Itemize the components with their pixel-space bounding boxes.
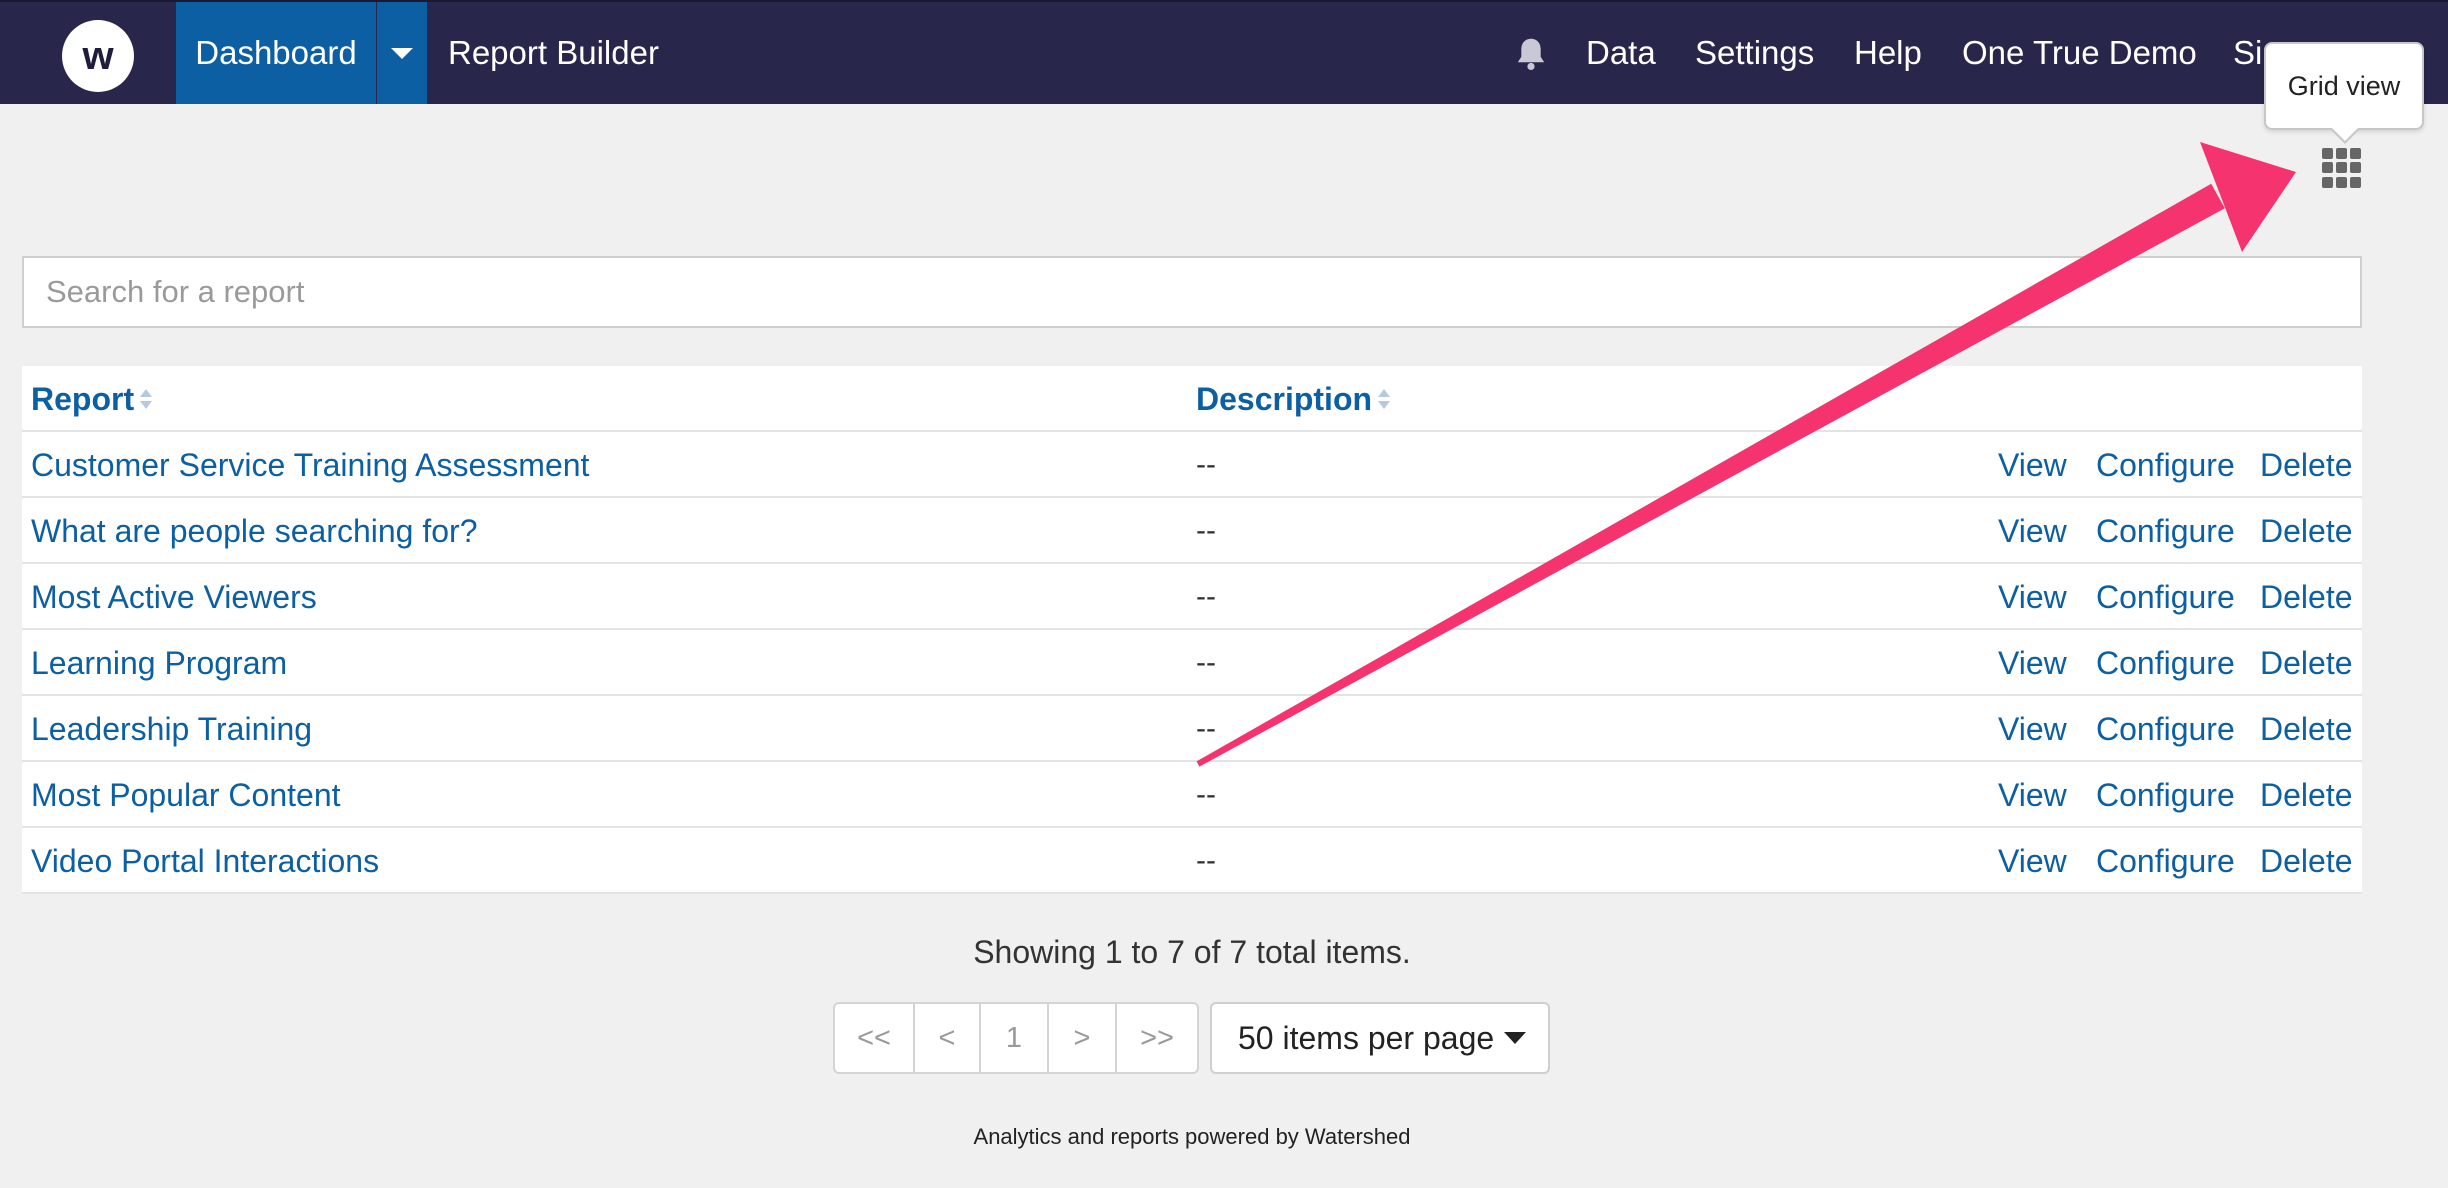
report-description: -- (1196, 514, 1216, 547)
delete-link[interactable]: Delete (2260, 828, 2353, 894)
dashboard-dropdown-button[interactable] (377, 2, 427, 104)
table-header: Report Description (22, 366, 2362, 432)
column-header-description[interactable]: Description (1196, 366, 1392, 432)
watershed-logo[interactable]: w (62, 20, 134, 92)
nav-dashboard[interactable]: Dashboard (176, 2, 376, 104)
report-link[interactable]: Most Popular Content (31, 762, 341, 828)
grid-view-tooltip: Grid view (2264, 42, 2424, 130)
reports-table: Report Description Customer Service Trai… (22, 366, 2362, 894)
report-description: -- (1196, 646, 1216, 679)
nav-report-builder[interactable]: Report Builder (448, 2, 659, 104)
report-description: -- (1196, 844, 1216, 877)
items-per-page-select[interactable]: 50 items per page (1210, 1002, 1550, 1074)
nav-sign-out[interactable]: Si (2233, 2, 2262, 104)
grid-icon[interactable] (2322, 148, 2362, 188)
configure-link[interactable]: Configure (2096, 564, 2235, 630)
table-row: Learning Program -- View Configure Delet… (22, 630, 2362, 696)
bell-icon[interactable] (1514, 36, 1548, 72)
configure-link[interactable]: Configure (2096, 498, 2235, 564)
caret-down-icon (1504, 1032, 1527, 1044)
nav-help[interactable]: Help (1854, 2, 1922, 104)
table-row: What are people searching for? -- View C… (22, 498, 2362, 564)
delete-link[interactable]: Delete (2260, 432, 2353, 498)
configure-link[interactable]: Configure (2096, 630, 2235, 696)
configure-link[interactable]: Configure (2096, 432, 2235, 498)
delete-link[interactable]: Delete (2260, 564, 2353, 630)
nav-settings[interactable]: Settings (1695, 2, 1814, 104)
delete-link[interactable]: Delete (2260, 630, 2353, 696)
current-page-button[interactable]: 1 (981, 1004, 1049, 1072)
report-link[interactable]: What are people searching for? (31, 498, 477, 564)
pagination-controls: << < 1 > >> (833, 1002, 1199, 1074)
delete-link[interactable]: Delete (2260, 696, 2353, 762)
report-description: -- (1196, 580, 1216, 613)
last-page-button[interactable]: >> (1117, 1004, 1197, 1072)
first-page-button[interactable]: << (835, 1004, 915, 1072)
top-navbar: w Dashboard Report Builder Data Settings… (0, 0, 2448, 104)
view-link[interactable]: View (1998, 498, 2067, 564)
column-header-report-label: Report (31, 380, 135, 417)
configure-link[interactable]: Configure (2096, 828, 2235, 894)
view-link[interactable]: View (1998, 630, 2067, 696)
view-link[interactable]: View (1998, 432, 2067, 498)
report-link[interactable]: Customer Service Training Assessment (31, 432, 589, 498)
configure-link[interactable]: Configure (2096, 762, 2235, 828)
report-link[interactable]: Most Active Viewers (31, 564, 317, 630)
chevron-down-icon (391, 47, 413, 59)
report-description: -- (1196, 778, 1216, 811)
sort-icon (1378, 389, 1391, 409)
delete-link[interactable]: Delete (2260, 498, 2353, 564)
configure-link[interactable]: Configure (2096, 696, 2235, 762)
view-link[interactable]: View (1998, 696, 2067, 762)
report-description: -- (1196, 448, 1216, 481)
prev-page-button[interactable]: < (915, 1004, 981, 1072)
table-row: Leadership Training -- View Configure De… (22, 696, 2362, 762)
search-input[interactable] (22, 256, 2362, 328)
table-row: Video Portal Interactions -- View Config… (22, 828, 2362, 894)
table-row: Most Active Viewers -- View Configure De… (22, 564, 2362, 630)
report-link[interactable]: Leadership Training (31, 696, 312, 762)
report-description: -- (1196, 712, 1216, 745)
report-link[interactable]: Learning Program (31, 630, 287, 696)
table-row: Most Popular Content -- View Configure D… (22, 762, 2362, 828)
view-link[interactable]: View (1998, 564, 2067, 630)
items-per-page-label: 50 items per page (1238, 1019, 1495, 1056)
table-row: Customer Service Training Assessment -- … (22, 432, 2362, 498)
tooltip-pointer-fill (2331, 127, 2359, 141)
view-link[interactable]: View (1998, 762, 2067, 828)
nav-account[interactable]: One True Demo (1962, 2, 2197, 104)
sort-icon (140, 389, 153, 409)
report-link[interactable]: Video Portal Interactions (31, 828, 379, 894)
column-header-report[interactable]: Report (31, 366, 154, 432)
view-link[interactable]: View (1998, 828, 2067, 894)
delete-link[interactable]: Delete (2260, 762, 2353, 828)
column-header-description-label: Description (1196, 380, 1373, 417)
next-page-button[interactable]: > (1049, 1004, 1117, 1072)
pagination-summary: Showing 1 to 7 of 7 total items. (973, 934, 1411, 970)
nav-data[interactable]: Data (1586, 2, 1656, 104)
powered-by-footer: Analytics and reports powered by Watersh… (973, 1124, 1411, 1149)
